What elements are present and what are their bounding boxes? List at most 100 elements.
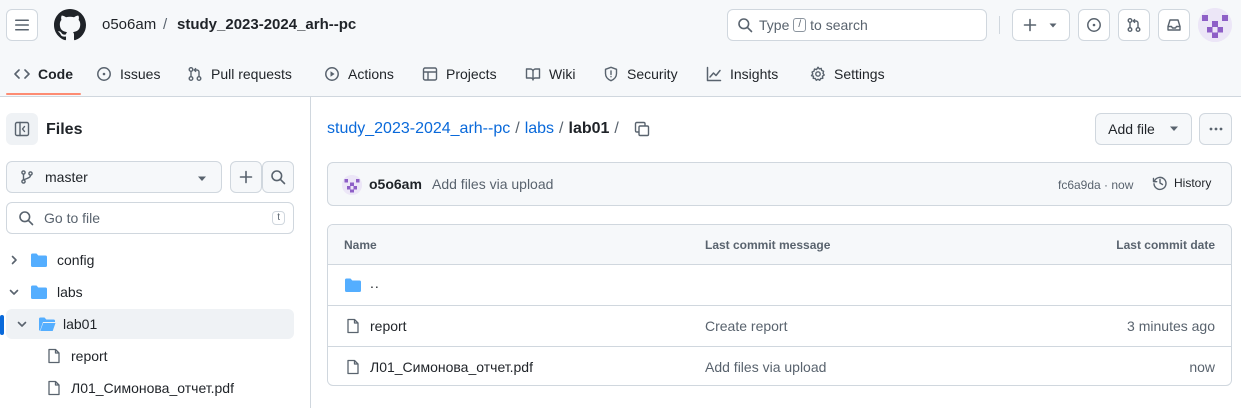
table-header: Name Last commit message Last commit dat… [328, 225, 1231, 265]
breadcrumb-current: lab01 [568, 120, 610, 137]
kebab-horizontal-icon [1208, 121, 1224, 137]
active-tab-indicator [6, 93, 81, 95]
file-commit-message[interactable]: Create report [705, 318, 787, 334]
more-options-button[interactable] [1199, 113, 1232, 145]
file-icon [46, 348, 62, 364]
tab-issues[interactable]: Issues [88, 58, 168, 90]
search-files-button[interactable] [262, 161, 294, 193]
tab-actions[interactable]: Actions [316, 58, 402, 90]
hamburger-icon [14, 17, 30, 33]
tab-label: Insights [730, 66, 779, 82]
tree-item-labs[interactable]: labs [6, 277, 294, 307]
add-file-button[interactable]: Add file [1095, 113, 1192, 145]
file-commit-date: now [1189, 359, 1215, 375]
tree-item-report[interactable]: report [6, 341, 294, 371]
tab-security[interactable]: Security [595, 58, 686, 90]
folder-icon [344, 277, 362, 293]
table-row[interactable]: report Create report 3 minutes ago [328, 306, 1231, 347]
search-placeholder-prefix: Type [759, 17, 790, 33]
breadcrumb-repo-link[interactable]: study_2023-2024_arh--pc [327, 120, 510, 138]
column-header-date: Last commit date [1116, 238, 1215, 252]
file-commit-message[interactable]: Add files via upload [705, 359, 826, 375]
tab-settings[interactable]: Settings [802, 58, 893, 90]
file-tree-sidebar: Files master Go to file t config labs la… [0, 97, 311, 408]
tab-insights[interactable]: Insights [698, 58, 786, 90]
triangle-down-icon [1048, 20, 1058, 30]
plus-icon [238, 169, 254, 185]
add-file-label: Add file [1108, 121, 1155, 137]
tab-code[interactable]: Code [6, 58, 81, 90]
latest-commit-bar: o5o6am Add files via upload fc6a9da · no… [327, 162, 1232, 206]
selection-indicator [0, 315, 4, 335]
file-name-link[interactable]: report [370, 318, 407, 334]
tree-item-pdf[interactable]: Л01_Симонова_отчет.pdf [6, 373, 294, 403]
chevron-down-icon [16, 318, 32, 330]
git-pull-request-icon [187, 66, 203, 82]
go-to-file-input[interactable]: Go to file t [6, 202, 294, 234]
files-heading: Files [46, 121, 83, 138]
tree-item-lab01[interactable]: lab01 [0, 309, 294, 339]
copy-path-icon[interactable] [634, 121, 650, 137]
file-icon [345, 318, 361, 334]
plus-icon [1022, 17, 1038, 33]
branch-name: master [45, 169, 88, 185]
history-link[interactable]: History [1152, 175, 1211, 191]
tab-label: Pull requests [211, 66, 292, 82]
graph-icon [706, 66, 722, 82]
git-branch-icon [19, 169, 35, 185]
tree-item-config[interactable]: config [6, 245, 294, 275]
header-divider [999, 16, 1000, 34]
tab-projects[interactable]: Projects [414, 58, 505, 90]
breadcrumb-labs-link[interactable]: labs [525, 120, 554, 138]
issue-opened-icon [96, 66, 112, 82]
breadcrumb-separator: / [614, 120, 619, 137]
user-avatar[interactable] [1198, 8, 1232, 42]
triangle-down-icon [1169, 125, 1179, 133]
inbox-button[interactable] [1158, 9, 1190, 41]
search-input[interactable]: Type / to search [727, 9, 987, 41]
tab-label: Wiki [549, 66, 576, 82]
pull-requests-button[interactable] [1118, 9, 1150, 41]
menu-button[interactable] [6, 9, 38, 41]
triangle-down-icon [197, 175, 207, 183]
column-header-message: Last commit message [705, 238, 831, 252]
chevron-right-icon [8, 254, 24, 266]
tab-wiki[interactable]: Wiki [517, 58, 583, 90]
history-label: History [1174, 176, 1212, 190]
folder-open-icon [38, 316, 56, 332]
table-icon [422, 66, 438, 82]
commit-author-avatar[interactable] [342, 175, 362, 195]
sidebar-collapse-icon [14, 121, 30, 137]
file-name-link[interactable]: Л01_Симонова_отчет.pdf [370, 359, 533, 375]
parent-directory-link[interactable]: .. [370, 275, 380, 291]
search-icon [270, 169, 286, 185]
go-to-file-placeholder: Go to file [44, 210, 101, 226]
branch-selector[interactable]: master [6, 161, 222, 193]
git-pull-request-icon [1126, 17, 1142, 33]
folder-open-icon [30, 284, 48, 300]
folder-icon [30, 252, 48, 268]
collapse-sidebar-button[interactable] [6, 113, 38, 145]
tab-label: Issues [120, 66, 161, 82]
create-new-button[interactable] [1012, 9, 1070, 41]
tab-label: Security [627, 66, 678, 82]
commit-hash-time[interactable]: fc6a9da · now [1058, 178, 1133, 192]
owner-link[interactable]: o5o6am [102, 16, 156, 33]
commit-author[interactable]: o5o6am [369, 176, 422, 192]
table-row-parent[interactable]: .. [328, 265, 1231, 306]
inbox-icon [1166, 17, 1182, 33]
table-row[interactable]: Л01_Симонова_отчет.pdf Add files via upl… [328, 347, 1231, 385]
add-file-icon-button[interactable] [230, 161, 262, 193]
github-logo-icon[interactable] [54, 9, 86, 41]
tab-label: Code [38, 66, 73, 82]
tab-pull-requests[interactable]: Pull requests [179, 58, 300, 90]
repo-link[interactable]: study_2023-2024_arh--pc [177, 16, 356, 33]
gear-icon [810, 66, 826, 82]
file-table: Name Last commit message Last commit dat… [327, 224, 1232, 386]
book-icon [525, 66, 541, 82]
issues-button[interactable] [1078, 9, 1110, 41]
breadcrumb-separator: / [559, 120, 564, 137]
search-icon [18, 210, 34, 226]
search-icon [737, 17, 753, 33]
commit-message[interactable]: Add files via upload [432, 176, 553, 192]
